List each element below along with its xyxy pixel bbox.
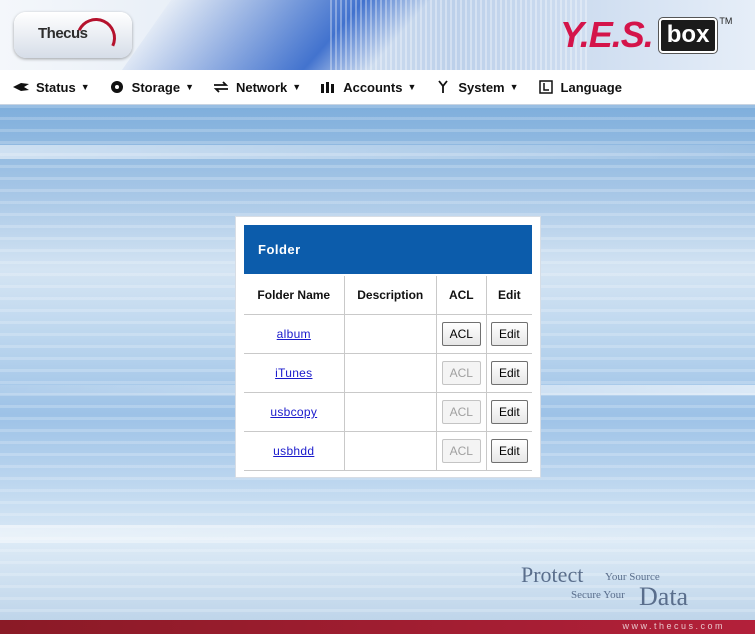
- menu-accounts[interactable]: Accounts ▼: [307, 70, 422, 104]
- footer-url: www.thecus.com: [622, 621, 725, 631]
- acl-cell: ACL: [436, 392, 487, 432]
- header-banner: Thecus Y.E.S. box TM: [0, 0, 755, 70]
- acl-cell: ACL: [436, 353, 487, 393]
- folder-panel: Folder Folder Name Description ACL Edit …: [236, 217, 540, 477]
- menu-status-label: Status: [36, 79, 76, 95]
- header-texture-decoration: [330, 0, 590, 70]
- folder-link-album[interactable]: album: [277, 327, 311, 341]
- menu-language[interactable]: Language: [525, 70, 628, 104]
- menu-status[interactable]: Status ▼: [0, 70, 96, 104]
- menu-network[interactable]: Network ▼: [200, 70, 307, 104]
- thecus-logo: Thecus: [14, 12, 132, 64]
- edit-cell: Edit: [486, 353, 532, 393]
- table-row: usbhdd ACL Edit: [244, 431, 532, 471]
- edit-button[interactable]: Edit: [490, 361, 528, 385]
- folder-link-usbcopy[interactable]: usbcopy: [270, 405, 317, 419]
- folder-link-itunes[interactable]: iTunes: [275, 366, 312, 380]
- storage-icon: [108, 80, 126, 94]
- system-icon: [434, 80, 452, 94]
- slogan-secure-your-text: Secure Your: [571, 589, 625, 601]
- main-menu-bar: Status ▼ Storage ▼ Network ▼ Accounts ▼ …: [0, 70, 755, 105]
- network-icon: [212, 80, 230, 94]
- column-header-folder-name: Folder Name: [244, 276, 345, 315]
- chevron-down-icon: ▼: [292, 82, 302, 92]
- thecus-logo-swirl-icon: [70, 12, 122, 64]
- slogan-data-text: Data: [639, 582, 689, 611]
- folder-name-cell: iTunes: [244, 353, 345, 393]
- slogan-protect-text: Protect: [521, 562, 584, 587]
- yes-logo-text: Y.E.S.: [560, 14, 654, 55]
- description-cell: [344, 392, 437, 432]
- folder-name-cell: album: [244, 314, 345, 354]
- box-logo-text: box: [658, 17, 718, 53]
- acl-button[interactable]: ACL: [441, 322, 481, 346]
- chevron-down-icon: ▼: [407, 82, 417, 92]
- acl-button: ACL: [441, 400, 481, 424]
- table-row: album ACL Edit: [244, 314, 532, 354]
- column-header-description: Description: [344, 276, 437, 315]
- menu-system-label: System: [458, 79, 505, 95]
- chevron-down-icon: ▼: [185, 82, 194, 92]
- footer-bar: www.thecus.com: [0, 620, 755, 634]
- menu-accounts-label: Accounts: [343, 79, 403, 95]
- acl-button: ACL: [441, 439, 481, 463]
- edit-cell: Edit: [486, 314, 532, 354]
- menu-storage-label: Storage: [131, 79, 181, 95]
- slogan-protect-your-data: Protect Your Source Secure Your Data: [521, 562, 721, 612]
- background-streak: [0, 145, 755, 159]
- column-header-acl: ACL: [436, 276, 487, 315]
- folder-panel-title: Folder: [244, 225, 532, 274]
- folder-link-usbhdd[interactable]: usbhdd: [273, 444, 314, 458]
- description-cell: [344, 353, 437, 393]
- edit-button[interactable]: Edit: [490, 400, 528, 424]
- status-icon: [12, 80, 30, 94]
- edit-cell: Edit: [486, 392, 532, 432]
- edit-button[interactable]: Edit: [490, 439, 528, 463]
- folder-table-header-row: Folder Name Description ACL Edit: [244, 276, 532, 315]
- trademark-mark: TM: [719, 16, 733, 26]
- background-streak: [0, 525, 755, 543]
- chevron-down-icon: ▼: [80, 82, 90, 92]
- description-cell: [344, 431, 437, 471]
- folder-name-cell: usbcopy: [244, 392, 345, 432]
- yes-box-logo: Y.E.S. box TM: [560, 14, 732, 56]
- accounts-icon: [319, 80, 337, 94]
- column-header-edit: Edit: [486, 276, 532, 315]
- menu-system[interactable]: System ▼: [422, 70, 524, 104]
- menu-network-label: Network: [235, 79, 288, 95]
- acl-cell: ACL: [436, 431, 487, 471]
- menu-language-label: Language: [560, 79, 622, 95]
- language-icon: [537, 80, 555, 94]
- edit-cell: Edit: [486, 431, 532, 471]
- menu-storage[interactable]: Storage ▼: [96, 70, 200, 104]
- acl-button: ACL: [441, 361, 481, 385]
- table-row: iTunes ACL Edit: [244, 353, 532, 393]
- folder-table: Folder Name Description ACL Edit album A…: [244, 276, 532, 471]
- description-cell: [344, 314, 437, 354]
- chevron-down-icon: ▼: [509, 82, 519, 92]
- folder-name-cell: usbhdd: [244, 431, 345, 471]
- table-row: usbcopy ACL Edit: [244, 392, 532, 432]
- edit-button[interactable]: Edit: [490, 322, 528, 346]
- acl-cell: ACL: [436, 314, 487, 354]
